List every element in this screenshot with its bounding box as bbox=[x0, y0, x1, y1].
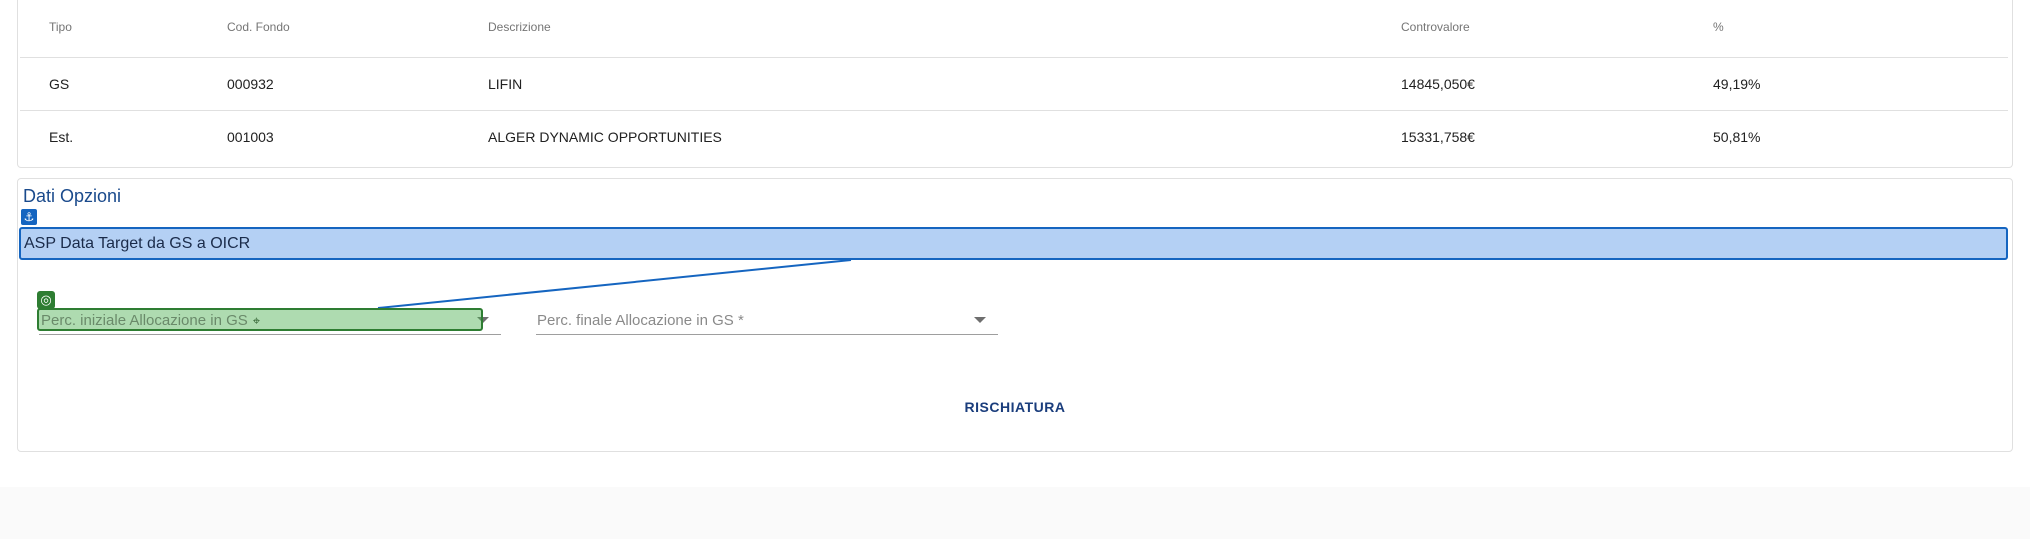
perc-finale-placeholder: Perc. finale Allocazione in GS * bbox=[537, 312, 744, 329]
rischiatura-button[interactable]: RISCHIATURA bbox=[955, 399, 1075, 421]
chevron-down-icon[interactable] bbox=[974, 317, 986, 323]
perc-finale-field[interactable]: Perc. finale Allocazione in GS * bbox=[536, 308, 998, 335]
perc-iniziale-placeholder: Perc. iniziale Allocazione in GS ⌖ bbox=[41, 312, 261, 329]
link-connector bbox=[377, 259, 852, 309]
perc-iniziale-highlight[interactable]: Perc. iniziale Allocazione in GS ⌖ bbox=[37, 308, 483, 331]
crosshair-icon: ⌖ bbox=[252, 313, 261, 328]
connector-line bbox=[377, 259, 852, 309]
target-icon: ◎ bbox=[37, 291, 55, 309]
